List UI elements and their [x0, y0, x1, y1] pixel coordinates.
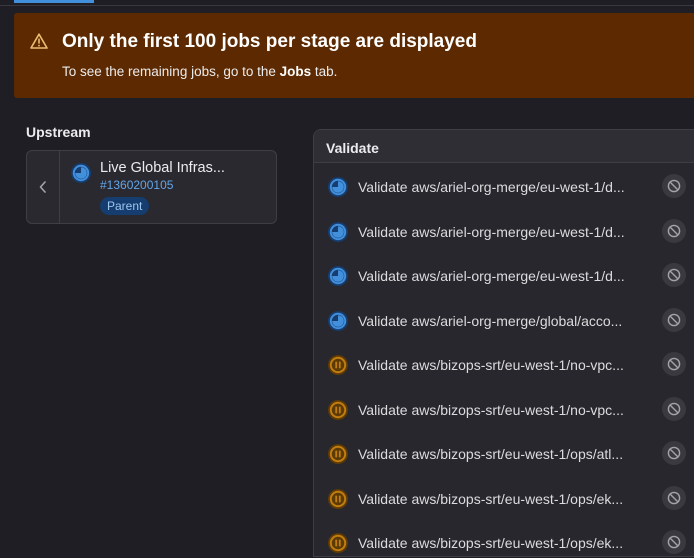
upstream-pipeline-id[interactable]: #1360200105: [100, 178, 173, 192]
job-row[interactable]: Validate aws/bizops-srt/eu-west-1/ops/at…: [326, 439, 686, 469]
running-icon: [328, 266, 348, 286]
upstream-pipeline-name[interactable]: Live Global Infras...: [100, 160, 225, 176]
jobs-limit-alert: Only the first 100 jobs per stage are di…: [14, 13, 694, 98]
job-row[interactable]: Validate aws/bizops-srt/eu-west-1/ops/ek…: [326, 528, 686, 558]
job-name[interactable]: Validate aws/bizops-srt/eu-west-1/no-vpc…: [358, 357, 624, 373]
job-name[interactable]: Validate aws/bizops-srt/eu-west-1/ops/ek…: [358, 491, 623, 507]
job-name[interactable]: Validate aws/ariel-org-merge/eu-west-1/d…: [358, 268, 625, 284]
parent-badge: Parent: [100, 197, 150, 215]
validate-stage: Validate Validate aws/ariel-org-merge/eu…: [313, 129, 694, 557]
upstream-pipeline-card[interactable]: Live Global Infras... #1360200105 Parent: [26, 150, 277, 224]
paused-icon: [328, 488, 348, 509]
cancel-job-button[interactable]: [662, 174, 686, 198]
alert-title: Only the first 100 jobs per stage are di…: [62, 31, 477, 52]
running-icon: [328, 177, 348, 197]
job-name[interactable]: Validate aws/bizops-srt/eu-west-1/no-vpc…: [358, 402, 624, 418]
chevron-left-icon: [39, 181, 46, 193]
job-name[interactable]: Validate aws/bizops-srt/eu-west-1/ops/ek…: [358, 535, 623, 551]
job-row[interactable]: Validate aws/ariel-org-merge/eu-west-1/d…: [326, 261, 686, 291]
cancel-job-button[interactable]: [662, 307, 686, 332]
cancel-job-button[interactable]: [662, 263, 686, 287]
job-name[interactable]: Validate aws/ariel-org-merge/eu-west-1/d…: [358, 224, 625, 240]
expand-upstream-button[interactable]: [27, 151, 60, 223]
cancel-icon: [667, 357, 681, 371]
job-row[interactable]: Validate aws/ariel-org-merge/eu-west-1/d…: [326, 172, 686, 202]
paused-icon: [328, 533, 348, 553]
alert-body-text: To see the remaining jobs, go to the: [62, 64, 280, 79]
job-row[interactable]: Validate aws/ariel-org-merge/global/acco…: [326, 306, 686, 336]
cancel-icon: [667, 535, 681, 549]
job-name[interactable]: Validate aws/bizops-srt/eu-west-1/ops/at…: [358, 446, 623, 462]
cancel-job-button[interactable]: [662, 396, 686, 421]
cancel-icon: [667, 179, 681, 193]
cancel-icon: [667, 224, 681, 237]
paused-icon: [328, 355, 348, 375]
warning-icon: [30, 33, 48, 49]
cancel-icon: [667, 313, 681, 326]
job-row[interactable]: Validate aws/ariel-org-merge/eu-west-1/d…: [326, 217, 686, 247]
cancel-job-button[interactable]: [662, 218, 686, 243]
job-name[interactable]: Validate aws/ariel-org-merge/global/acco…: [358, 313, 622, 329]
alert-body-suffix: tab.: [311, 64, 338, 79]
job-row[interactable]: Validate aws/bizops-srt/eu-west-1/no-vpc…: [326, 350, 686, 380]
cancel-icon: [667, 491, 681, 504]
cancel-icon: [667, 402, 681, 415]
cancel-icon: [667, 446, 681, 460]
job-row[interactable]: Validate aws/bizops-srt/eu-west-1/ops/ek…: [326, 484, 686, 514]
cancel-job-button[interactable]: [662, 352, 686, 376]
paused-icon: [328, 444, 348, 464]
tab-bar: [0, 0, 694, 6]
cancel-job-button[interactable]: [662, 485, 686, 510]
jobs-tab-link[interactable]: Jobs: [280, 64, 312, 79]
upstream-heading: Upstream: [26, 124, 91, 140]
stage-title: Validate: [314, 130, 694, 163]
running-icon: [328, 221, 348, 242]
alert-body: To see the remaining jobs, go to the Job…: [62, 64, 337, 79]
cancel-icon: [667, 268, 681, 282]
active-tab-indicator: [14, 0, 94, 3]
cancel-job-button[interactable]: [662, 530, 686, 554]
cancel-job-button[interactable]: [662, 441, 686, 465]
paused-icon: [328, 399, 348, 420]
running-icon: [328, 310, 348, 331]
job-row[interactable]: Validate aws/bizops-srt/eu-west-1/no-vpc…: [326, 395, 686, 425]
job-name[interactable]: Validate aws/ariel-org-merge/eu-west-1/d…: [358, 179, 625, 195]
running-icon: [71, 163, 91, 183]
